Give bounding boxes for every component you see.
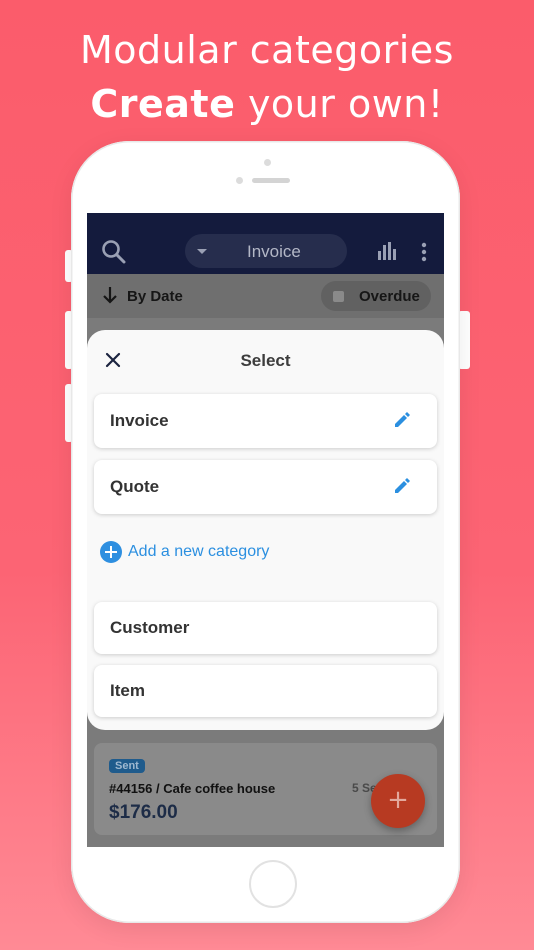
overdue-filter-toggle[interactable]: Overdue [321,281,431,311]
select-category-sheet: Select Invoice Quote Add a new category … [87,330,444,730]
category-label: Item [110,681,145,700]
category-label: Quote [110,477,160,496]
app-bar: Invoice [87,213,444,274]
category-card-customer[interactable]: Customer [94,602,437,654]
phone-camera [236,177,243,184]
app-bar-title: Invoice [247,242,301,261]
plus-icon: + [387,785,409,815]
promo-headline-line1: Modular categories [80,28,454,72]
plus-circle-icon [100,541,122,563]
phone-frame: Invoice By Date Overdue Select Invoice Q… [71,141,460,923]
category-card-invoice[interactable]: Invoice [94,394,437,448]
invoice-amount: $176.00 [109,802,178,823]
checkbox-icon [333,291,344,302]
category-card-quote[interactable]: Quote [94,460,437,514]
invoice-reference: #44156 / Cafe coffee house [109,781,276,796]
pencil-edit-icon[interactable] [393,477,411,500]
sort-by-date-button[interactable]: By Date [127,288,183,305]
phone-sensor [264,159,271,166]
promo-headline-bold: Create [90,82,236,126]
more-vertical-icon[interactable] [421,242,427,267]
search-icon[interactable] [101,239,127,270]
add-category-label: Add a new category [128,543,270,560]
category-label: Customer [110,618,190,637]
add-fab-button[interactable]: + [371,774,425,828]
sheet-title: Select [240,351,291,370]
category-card-item[interactable]: Item [94,665,437,717]
promo-headline-rest: your own! [235,82,444,126]
arrow-down-icon[interactable] [101,286,119,309]
phone-home-button [249,860,297,908]
sort-bar: By Date Overdue [87,274,444,318]
status-badge: Sent [109,759,145,773]
phone-speaker [252,178,290,183]
overdue-filter-label: Overdue [359,288,420,305]
category-label: Invoice [110,411,169,430]
promo-headline-line2: Create your own! [0,82,534,126]
bar-chart-icon[interactable] [377,241,397,266]
pencil-edit-icon[interactable] [393,411,411,434]
category-dropdown[interactable]: Invoice [185,234,347,268]
app-screen: Invoice By Date Overdue Select Invoice Q… [87,213,444,847]
dropdown-caret-icon [197,249,207,254]
